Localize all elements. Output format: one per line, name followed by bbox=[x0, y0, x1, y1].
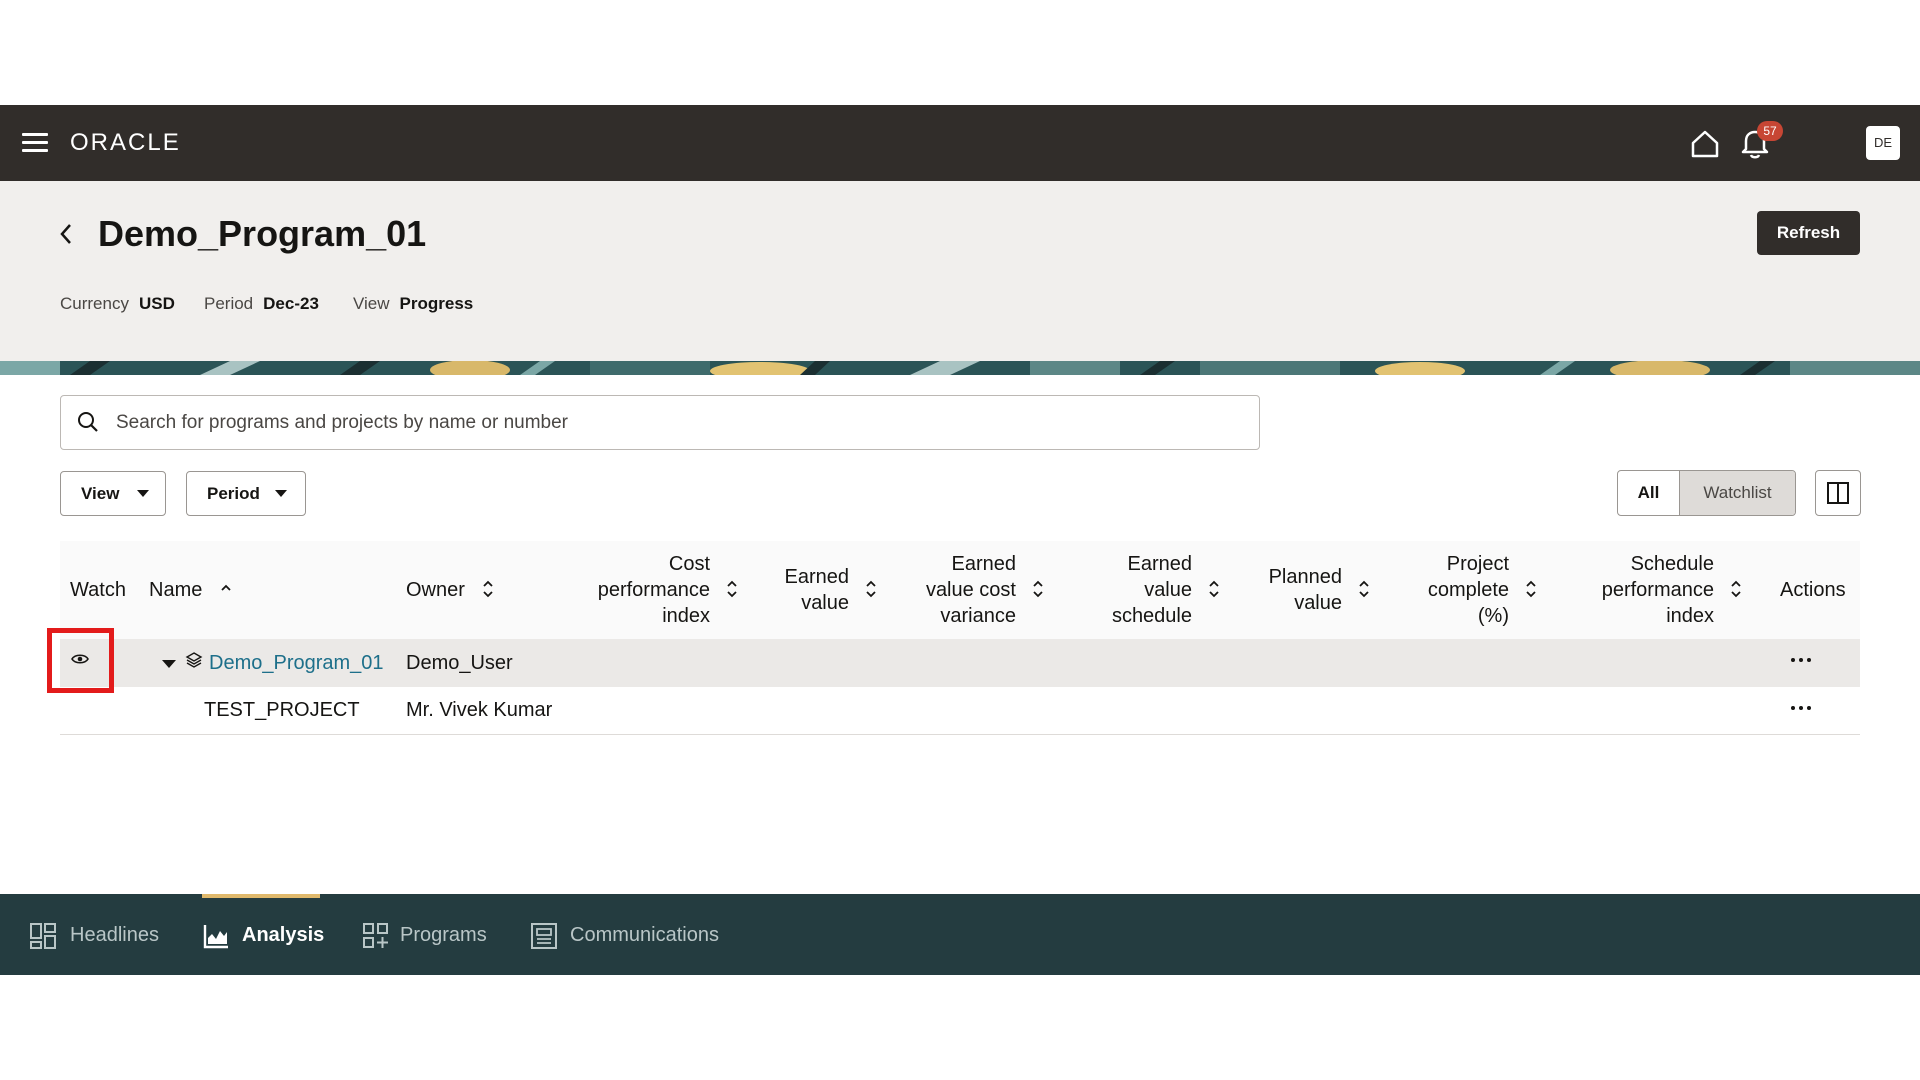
column-header-owner[interactable]: Owner bbox=[406, 577, 465, 603]
view-dropdown-label: View bbox=[81, 484, 120, 503]
grid-plus-icon bbox=[363, 923, 388, 948]
more-actions-icon[interactable] bbox=[1791, 658, 1815, 664]
view-meta: View Progress bbox=[353, 294, 474, 313]
tab-programs-label: Programs bbox=[400, 924, 487, 946]
table-header: Watch Name Owner Cost performance index Ea… bbox=[60, 541, 1860, 639]
more-actions-icon[interactable] bbox=[1791, 706, 1815, 712]
top-bar: ORACLE 57 DE bbox=[0, 105, 1920, 181]
page-header: Demo_Program_01 Refresh Currency USD Peri… bbox=[0, 181, 1920, 361]
column-header-earned-value[interactable]: Earned value bbox=[760, 564, 850, 616]
column-header-planned-value[interactable]: Planned value bbox=[1240, 564, 1342, 616]
tab-analysis[interactable]: Analysis bbox=[203, 894, 333, 975]
hamburger-menu-icon[interactable] bbox=[22, 133, 48, 153]
column-header-schedule-performance-index[interactable]: Schedule performance index bbox=[1560, 551, 1714, 629]
sort-ascending-icon[interactable] bbox=[220, 578, 232, 600]
column-header-actions: Actions bbox=[1780, 579, 1846, 601]
tab-headlines[interactable]: Headlines bbox=[30, 894, 170, 975]
page-title: Demo_Program_01 bbox=[98, 213, 427, 254]
column-header-watch: Watch bbox=[70, 579, 126, 601]
owner-cell: Mr. Vivek Kumar bbox=[406, 699, 553, 721]
decorative-pattern-band bbox=[0, 361, 1920, 375]
table-row[interactable]: TEST_PROJECT Mr. Vivek Kumar bbox=[60, 687, 1860, 735]
oracle-logo: ORACLE bbox=[70, 129, 181, 156]
view-dropdown-button[interactable]: View bbox=[60, 471, 166, 516]
caret-down-icon bbox=[275, 490, 287, 497]
column-header-name[interactable]: Name bbox=[149, 577, 202, 603]
project-name-cell: TEST_PROJECT bbox=[204, 699, 360, 721]
all-toggle-button[interactable]: All bbox=[1618, 471, 1680, 515]
program-layers-icon bbox=[185, 652, 203, 668]
user-avatar[interactable]: DE bbox=[1866, 126, 1900, 160]
expand-caret-icon[interactable] bbox=[162, 660, 176, 668]
currency-meta: Currency USD bbox=[60, 294, 175, 313]
column-header-earned-value-schedule[interactable]: Earned value schedule bbox=[1072, 551, 1192, 629]
tab-communications-label: Communications bbox=[570, 924, 719, 946]
column-header-project-complete[interactable]: Project complete (%) bbox=[1400, 551, 1509, 629]
all-watchlist-toggle: All Watchlist bbox=[1617, 470, 1796, 516]
search-icon bbox=[78, 412, 98, 432]
dashboard-icon bbox=[30, 923, 56, 949]
newspaper-icon bbox=[531, 923, 557, 949]
column-layout-button[interactable] bbox=[1815, 470, 1861, 516]
bottom-navigation: Headlines Analysis Programs Communicatio… bbox=[0, 894, 1920, 975]
sort-icon[interactable] bbox=[482, 578, 494, 600]
program-name-link[interactable]: Demo_Program_01 bbox=[209, 652, 384, 675]
sort-icon[interactable] bbox=[726, 578, 738, 600]
sort-icon[interactable] bbox=[1358, 578, 1370, 600]
owner-cell: Demo_User bbox=[406, 652, 513, 674]
caret-down-icon bbox=[137, 490, 149, 497]
search-placeholder: Search for programs and projects by name… bbox=[116, 412, 568, 433]
tab-headlines-label: Headlines bbox=[70, 924, 159, 946]
watchlist-toggle-button[interactable]: Watchlist bbox=[1680, 471, 1795, 515]
period-dropdown-button[interactable]: Period bbox=[186, 471, 306, 516]
sort-icon[interactable] bbox=[1730, 578, 1742, 600]
column-header-earned-value-cost-variance[interactable]: Earned value cost variance bbox=[900, 551, 1016, 629]
tab-analysis-label: Analysis bbox=[242, 924, 325, 946]
period-meta: Period Dec-23 bbox=[204, 294, 319, 313]
notification-badge: 57 bbox=[1757, 121, 1783, 141]
chart-icon bbox=[203, 925, 228, 949]
search-field[interactable]: Search for programs and projects by name… bbox=[60, 395, 1260, 450]
sort-icon[interactable] bbox=[1208, 578, 1220, 600]
sort-icon[interactable] bbox=[1032, 578, 1044, 600]
home-icon[interactable] bbox=[1690, 129, 1720, 159]
period-dropdown-label: Period bbox=[207, 484, 260, 503]
columns-icon bbox=[1827, 482, 1849, 504]
tab-programs[interactable]: Programs bbox=[363, 894, 503, 975]
refresh-button[interactable]: Refresh bbox=[1757, 211, 1860, 255]
sort-icon[interactable] bbox=[1525, 578, 1537, 600]
column-header-cost-performance-index[interactable]: Cost performance index bbox=[560, 551, 710, 629]
highlight-box bbox=[47, 628, 114, 693]
sort-icon[interactable] bbox=[865, 578, 877, 600]
table-row[interactable]: Demo_Program_01 Demo_User bbox=[60, 639, 1860, 687]
back-chevron-icon[interactable] bbox=[56, 221, 76, 247]
tab-communications[interactable]: Communications bbox=[531, 894, 731, 975]
